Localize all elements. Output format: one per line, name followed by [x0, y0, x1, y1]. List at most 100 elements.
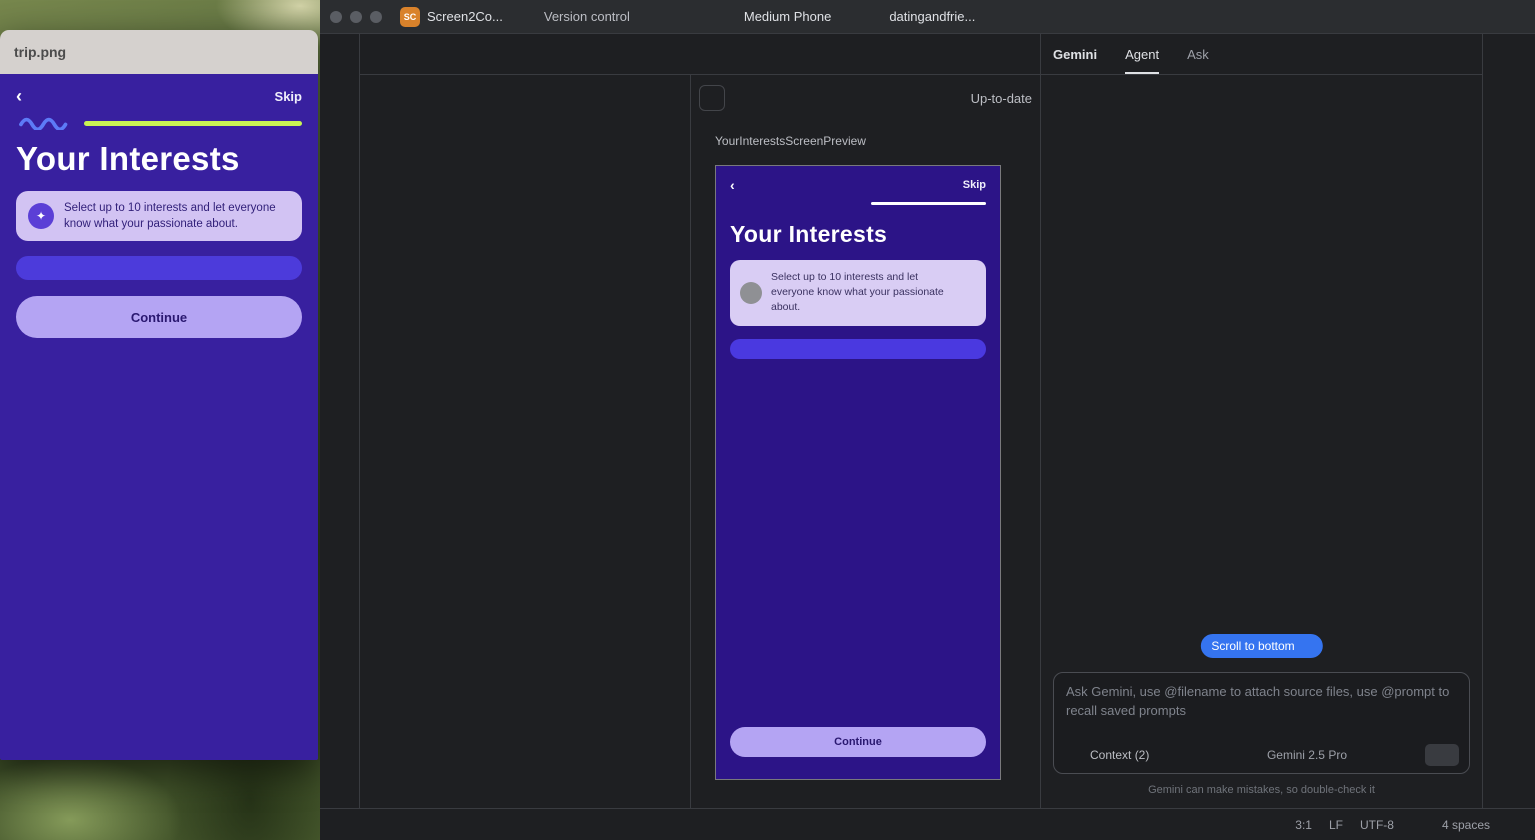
ide-titlebar: SC Screen2Co... Version control Medium P… — [320, 0, 1535, 34]
preview-status: Up-to-date — [951, 91, 1032, 106]
interests-screen-preview: ‹ Skip Your Interests Select up to 10 in… — [716, 166, 1000, 779]
chevron-down-icon — [1351, 749, 1363, 761]
progress-squiggle-icon — [16, 117, 76, 130]
progress-bar — [871, 202, 986, 205]
quicklook-filename: trip.png — [14, 44, 66, 60]
chips-grid-image — [16, 256, 302, 280]
project-tool-icon[interactable] — [331, 45, 349, 63]
chevron-down-icon — [980, 11, 992, 23]
info-text: Select up to 10 interests and let everyo… — [64, 200, 290, 232]
zoom-out-icon[interactable] — [179, 44, 196, 61]
commit-tool-icon[interactable] — [331, 83, 349, 101]
quicklook-toolbar: trip.png — [0, 30, 318, 74]
scroll-to-bottom-button[interactable]: Scroll to bottom — [1200, 634, 1322, 658]
progress-indicator — [730, 202, 986, 206]
back-icon: ‹ — [16, 87, 22, 105]
quicklook-actions — [141, 44, 312, 61]
line-ending[interactable]: LF — [1329, 818, 1343, 832]
info-icon[interactable] — [141, 44, 158, 61]
gemini-panel-header: Gemini Agent Ask — [1041, 34, 1482, 75]
vcs-widget[interactable]: Version control — [544, 9, 647, 24]
editor-tab-actions — [1030, 34, 1040, 74]
ai-status-icon[interactable] — [1411, 818, 1425, 832]
run-config-selector[interactable]: datingandfrie... — [870, 9, 992, 24]
attach-image-icon[interactable] — [1064, 747, 1080, 763]
screen-title: Your Interests — [16, 140, 302, 178]
screenshot-image: ‹ Skip Your Interests ✦ Select up to 10 … — [0, 74, 318, 760]
preview-name: YourInterestsScreenPreview — [715, 134, 866, 148]
progress-bar — [84, 121, 302, 126]
dependencies-tool-icon[interactable] — [331, 664, 349, 682]
info-banner: ✦ Select up to 10 interests and let ever… — [16, 191, 302, 241]
statusbar-right: 3:1 LF UTF-8 4 spaces — [1295, 818, 1521, 832]
gemini-panel-title: Gemini — [1053, 34, 1097, 74]
send-button[interactable] — [1425, 744, 1459, 766]
continue-button-image: Continue — [16, 296, 302, 338]
more-actions-icon[interactable] — [1071, 9, 1086, 24]
skip-label: Skip — [275, 89, 302, 104]
left-strip-bottom — [331, 588, 349, 796]
preview-layout-button[interactable] — [699, 85, 725, 111]
encoding[interactable]: UTF-8 — [1360, 818, 1394, 832]
run-button[interactable] — [1010, 9, 1026, 25]
statusbar: 3:1 LF UTF-8 4 spaces — [320, 808, 1535, 840]
phone-icon — [725, 10, 739, 24]
tab-ask[interactable]: Ask — [1187, 34, 1209, 74]
screen-title: Your Interests — [730, 221, 986, 248]
history-icon[interactable] — [1399, 747, 1415, 763]
device-manager-icon[interactable] — [331, 588, 349, 606]
structure-tool-icon[interactable] — [331, 626, 349, 644]
placeholder-circle-icon — [740, 282, 762, 304]
left-tool-strip — [320, 34, 360, 808]
chevron-down-icon — [635, 11, 647, 23]
maximize-window-icon[interactable] — [370, 11, 382, 23]
sparkle-icon: ✦ — [28, 203, 54, 229]
interests-screen-image: ‹ Skip Your Interests ✦ Select up to 10 … — [0, 74, 318, 760]
gemini-settings-icon[interactable] — [1373, 747, 1389, 763]
chevron-down-icon — [508, 11, 520, 23]
preview-more-icon[interactable] — [1001, 133, 1016, 148]
progress-indicator — [16, 117, 302, 130]
check-icon — [951, 91, 965, 105]
problems-tool-icon[interactable] — [331, 702, 349, 720]
caret-position[interactable]: 3:1 — [1295, 818, 1312, 832]
monitor-icon — [870, 10, 884, 24]
compose-preview-panel: Up-to-date YourInterestsScreenPreview ‹ … — [690, 75, 1040, 808]
gemini-chat — [1041, 75, 1482, 672]
chevron-down-icon — [836, 11, 848, 23]
project-badge: SC — [400, 7, 420, 27]
chevron-down-icon — [1153, 749, 1165, 761]
gemini-panel: Gemini Agent Ask Scroll to bottom Contex… — [1040, 34, 1482, 808]
gemini-input-box: Context (2) Gemini 2.5 Pro — [1053, 672, 1470, 774]
chevron-down-icon — [1300, 640, 1312, 652]
close-window-icon[interactable] — [330, 11, 342, 23]
skip-label: Skip — [963, 179, 986, 191]
more-tool-windows-icon[interactable] — [331, 121, 349, 139]
model-dropdown[interactable]: Gemini 2.5 Pro — [1267, 748, 1363, 762]
grid-icon — [705, 91, 719, 105]
chips-grid-preview — [730, 339, 986, 359]
context-dropdown[interactable]: Context (2) — [1090, 748, 1165, 762]
editor-tabbar — [360, 34, 1040, 75]
zoom-in-icon[interactable] — [217, 44, 234, 61]
project-selector[interactable]: Screen2Co... — [427, 9, 520, 24]
code-editor[interactable] — [360, 75, 690, 808]
gemini-input[interactable] — [1066, 683, 1457, 739]
minimize-window-icon[interactable] — [350, 11, 362, 23]
tab-agent[interactable]: Agent — [1125, 34, 1159, 74]
device-selector[interactable]: Medium Phone — [725, 9, 848, 24]
gemini-input-actions: Context (2) Gemini 2.5 Pro — [1064, 744, 1459, 766]
terminal-tool-icon[interactable] — [331, 740, 349, 758]
share-icon[interactable] — [255, 44, 272, 61]
debug-button[interactable] — [1040, 8, 1057, 25]
gemini-disclaimer: Gemini can make mistakes, so double-chec… — [1041, 784, 1482, 796]
right-tool-strip — [1482, 34, 1535, 808]
version-control-tool-icon[interactable] — [331, 778, 349, 796]
continue-button-preview: Continue — [730, 727, 986, 757]
indent-setting[interactable]: 4 spaces — [1442, 818, 1490, 832]
lock-icon[interactable] — [1507, 818, 1521, 832]
quicklook-window: trip.png ‹ Skip Your Interests ✦ Select … — [0, 30, 318, 760]
send-icon — [1435, 748, 1449, 762]
edit-icon[interactable] — [293, 44, 310, 61]
left-strip-top — [331, 45, 349, 139]
